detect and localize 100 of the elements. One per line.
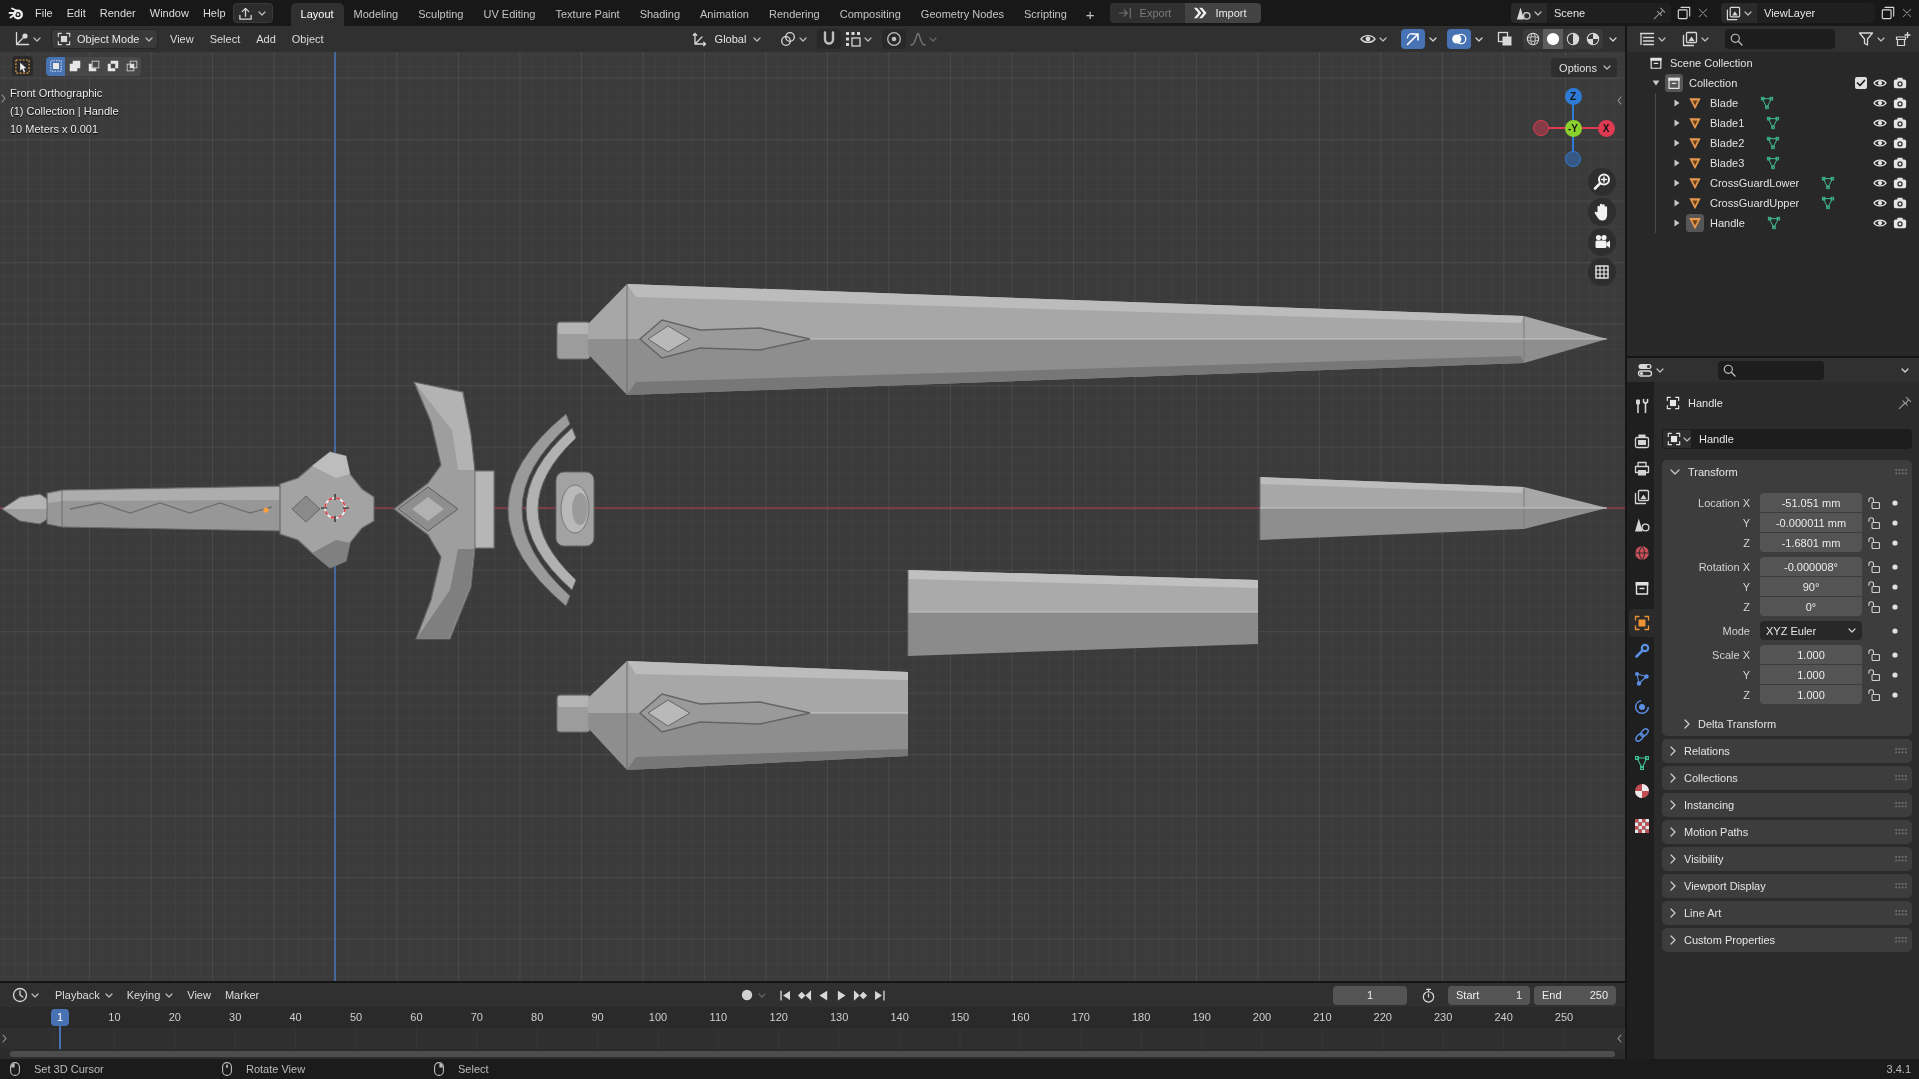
outliner-item[interactable]: Blade1 [1710, 117, 1745, 129]
keyframe-dot-icon[interactable] [1892, 691, 1898, 698]
skip-end-icon[interactable] [872, 988, 886, 1002]
chevron-icon[interactable] [1670, 773, 1676, 783]
padlock-icon[interactable] [1867, 600, 1880, 613]
box-icon[interactable] [1665, 74, 1683, 92]
chevron-icon[interactable] [1684, 719, 1690, 729]
toggle-button[interactable] [1447, 29, 1471, 49]
number-field[interactable]: 1.000 [1760, 685, 1862, 704]
chevron-icon[interactable] [1670, 935, 1676, 945]
padlock-icon[interactable] [1867, 648, 1880, 661]
menu-button[interactable]: Playback [48, 989, 120, 1001]
camera-icon[interactable] [1893, 176, 1907, 190]
chevron-icon[interactable] [1670, 746, 1676, 756]
editor-type-button[interactable] [10, 985, 41, 1005]
outliner-item[interactable]: Scene Collection [1670, 57, 1753, 69]
frame-range-field[interactable]: Start 1 [1448, 985, 1530, 1005]
play-reverse-icon[interactable] [816, 988, 830, 1002]
view-layer-selector-button[interactable] [1721, 3, 1757, 23]
keyframe-dot-icon[interactable] [1892, 583, 1898, 590]
menu-item[interactable]: View [162, 33, 202, 45]
chevron-icon[interactable] [2, 1034, 7, 1043]
frame-field[interactable]: 1 [1333, 985, 1407, 1005]
checkbox[interactable] [1855, 77, 1867, 89]
triangle-icon[interactable] [1688, 156, 1702, 170]
options-dropdown[interactable]: Options [1551, 58, 1617, 77]
camera-icon[interactable] [1893, 156, 1907, 170]
panel-header[interactable]: Viewport Display [1662, 874, 1912, 898]
panel-header[interactable]: Relations [1662, 739, 1912, 763]
padlock-icon[interactable] [1867, 516, 1880, 529]
vertex-triangle-icon[interactable] [1821, 176, 1836, 190]
eye-icon[interactable] [1873, 96, 1887, 110]
keyframe-dot-icon[interactable] [1892, 603, 1898, 610]
number-field[interactable]: -0.000008° [1760, 557, 1862, 576]
panel-header[interactable]: Motion Paths [1662, 820, 1912, 844]
chevron-icon[interactable] [1670, 908, 1676, 918]
camera-icon[interactable] [1893, 96, 1907, 110]
keyframe-dot-icon[interactable] [1892, 627, 1898, 634]
keyframe-dot-icon[interactable] [1892, 651, 1898, 658]
workspace-tab[interactable]: Shading [629, 3, 691, 26]
disclosure-triangle-icon[interactable] [1673, 179, 1681, 187]
eye-icon[interactable] [1873, 176, 1887, 190]
number-field[interactable]: 1.000 [1760, 645, 1862, 664]
chevron-icon[interactable] [1617, 1034, 1622, 1043]
workspace-tab[interactable]: Sculpting [408, 3, 474, 26]
number-field[interactable]: 0° [1760, 597, 1862, 616]
pin-icon[interactable] [1653, 6, 1666, 20]
axis-handle[interactable]: X [1597, 119, 1615, 137]
grip-icon[interactable] [1895, 748, 1907, 754]
grip-icon[interactable] [1895, 802, 1907, 808]
triangle-icon[interactable] [1688, 116, 1702, 130]
camera-icon[interactable] [1893, 116, 1907, 130]
toggle-button[interactable] [1401, 29, 1425, 49]
panel-header[interactable]: Line Art [1662, 901, 1912, 925]
subpanel-header[interactable]: Delta Transform [1662, 712, 1912, 736]
axis-ball-icon[interactable] [1565, 151, 1581, 167]
vertex-triangle-icon[interactable] [1766, 216, 1781, 230]
outliner-item[interactable]: Collection [1689, 77, 1738, 89]
number-field[interactable]: 1.000 [1760, 665, 1862, 684]
outliner-item[interactable]: Blade [1710, 97, 1739, 109]
triangle-icon[interactable] [1688, 176, 1702, 190]
view-layer-field[interactable]: ViewLayer [1757, 3, 1875, 23]
padlock-icon[interactable] [1867, 496, 1880, 509]
panel-header[interactable]: Collections [1662, 766, 1912, 790]
menu-item[interactable]: Edit [59, 3, 93, 23]
scene-selector-button[interactable] [1511, 3, 1547, 23]
chevron-icon[interactable] [1670, 827, 1676, 837]
chevron-icon[interactable] [1617, 96, 1622, 105]
padlock-icon[interactable] [1867, 560, 1880, 573]
duplicate-icon[interactable] [1677, 6, 1691, 20]
workspace-tab[interactable]: Animation [690, 3, 759, 26]
data-block-button[interactable] [1662, 429, 1692, 449]
menu-item[interactable]: Object [283, 33, 332, 45]
workspace-tab[interactable]: Scripting [1014, 3, 1077, 26]
close-icon[interactable] [1901, 7, 1913, 19]
eye-icon[interactable] [1873, 76, 1887, 90]
search-field[interactable] [1718, 360, 1824, 380]
keyframe-dot-icon[interactable] [1892, 519, 1898, 526]
eye-icon[interactable] [1873, 196, 1887, 210]
grip-icon[interactable] [1895, 469, 1907, 475]
action-button[interactable]: Import [1185, 3, 1261, 23]
logo-icon[interactable] [8, 5, 24, 21]
triangle-icon[interactable] [1688, 136, 1702, 150]
axis-handle[interactable]: Z [1564, 87, 1582, 105]
close-icon[interactable] [1697, 7, 1709, 19]
menu-item[interactable]: Window [142, 3, 196, 23]
disclosure-triangle-icon[interactable] [1673, 199, 1681, 207]
number-field[interactable]: 90° [1760, 577, 1862, 596]
camera-icon[interactable] [1893, 136, 1907, 150]
number-field[interactable]: -1.6801 mm [1760, 533, 1862, 552]
upload-button[interactable] [232, 3, 273, 23]
chevron-icon[interactable] [1670, 800, 1676, 810]
workspace-tab[interactable]: Modeling [343, 3, 409, 26]
hand-icon[interactable] [1588, 198, 1616, 226]
camera-icon[interactable] [1893, 76, 1907, 90]
cursor-marker[interactable] [320, 493, 350, 523]
eye-icon[interactable] [1873, 156, 1887, 170]
disclosure-triangle-icon[interactable] [1673, 139, 1681, 147]
menu-button[interactable]: View [180, 989, 218, 1001]
skip-start-icon[interactable] [778, 988, 792, 1002]
